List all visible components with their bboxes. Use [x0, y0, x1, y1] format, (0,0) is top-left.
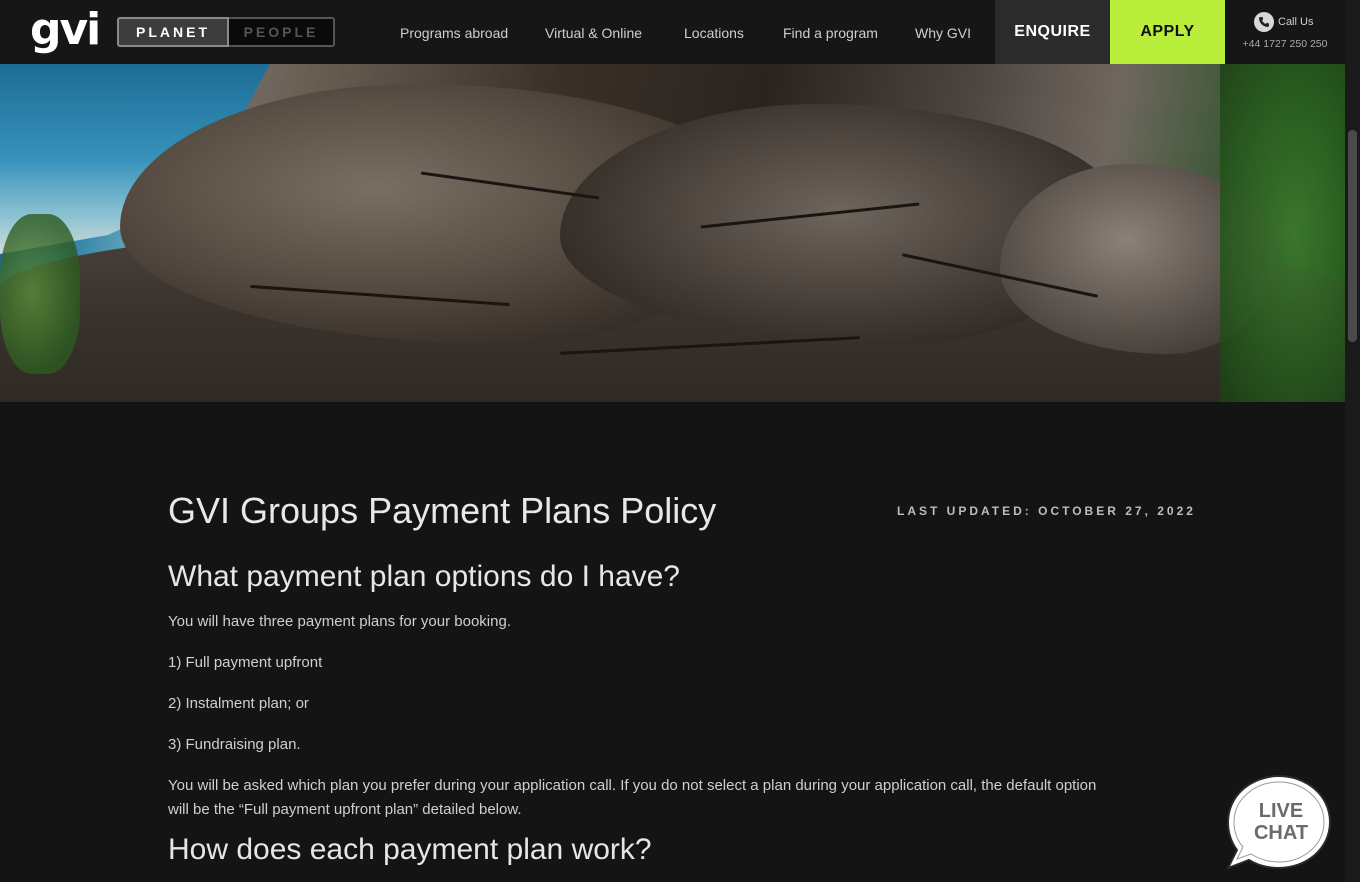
- call-us-number: +44 1727 250 250: [1242, 38, 1328, 50]
- paragraph: You will have three payment plans for yo…: [168, 613, 511, 630]
- apply-button[interactable]: APPLY: [1110, 0, 1225, 64]
- live-chat-button[interactable]: LIVE CHAT: [1225, 773, 1333, 873]
- toggle-planet[interactable]: PLANET: [117, 17, 229, 47]
- list-item: 3) Fundraising plan.: [168, 736, 301, 753]
- phone-icon: [1254, 12, 1274, 32]
- nav-virtual-online[interactable]: Virtual & Online: [545, 0, 642, 64]
- hero-vegetation: [0, 214, 80, 374]
- list-item: 1) Full payment upfront: [168, 654, 323, 671]
- scrollbar-thumb[interactable]: [1348, 130, 1357, 342]
- nav-find-a-program[interactable]: Find a program: [783, 0, 878, 64]
- enquire-button[interactable]: ENQUIRE: [995, 0, 1110, 64]
- list-item: 2) Instalment plan; or: [168, 695, 309, 712]
- call-us-link[interactable]: Call Us +44 1727 250 250: [1225, 0, 1345, 64]
- nav-why-gvi[interactable]: Why GVI: [915, 0, 971, 64]
- call-us-label: Call Us: [1278, 16, 1314, 28]
- page-title: GVI Groups Payment Plans Policy: [168, 490, 717, 531]
- planet-people-toggle: PLANET PEOPLE: [117, 17, 335, 47]
- section-heading: How does each payment plan work?: [168, 833, 652, 866]
- nav-locations[interactable]: Locations: [684, 0, 744, 64]
- hero-image: [0, 64, 1345, 402]
- nav-programs-abroad[interactable]: Programs abroad: [400, 0, 508, 64]
- live-chat-line1: LIVE: [1258, 800, 1304, 822]
- hero-vegetation: [1220, 64, 1345, 402]
- page-scrollbar[interactable]: [1345, 0, 1360, 882]
- live-chat-label: LIVE CHAT: [1243, 800, 1319, 844]
- last-updated: LAST UPDATED: OCTOBER 27, 2022: [897, 504, 1196, 518]
- live-chat-line2: CHAT: [1253, 822, 1309, 844]
- paragraph: You will be asked which plan you prefer …: [168, 777, 1097, 818]
- toggle-people[interactable]: PEOPLE: [229, 17, 335, 47]
- gvi-logo[interactable]: gvi: [30, 8, 101, 56]
- section-heading: What payment plan options do I have?: [168, 560, 680, 593]
- top-navigation: gvi PLANET PEOPLE Programs abroad Virtua…: [0, 0, 1345, 64]
- logo-text: gvi: [30, 4, 101, 55]
